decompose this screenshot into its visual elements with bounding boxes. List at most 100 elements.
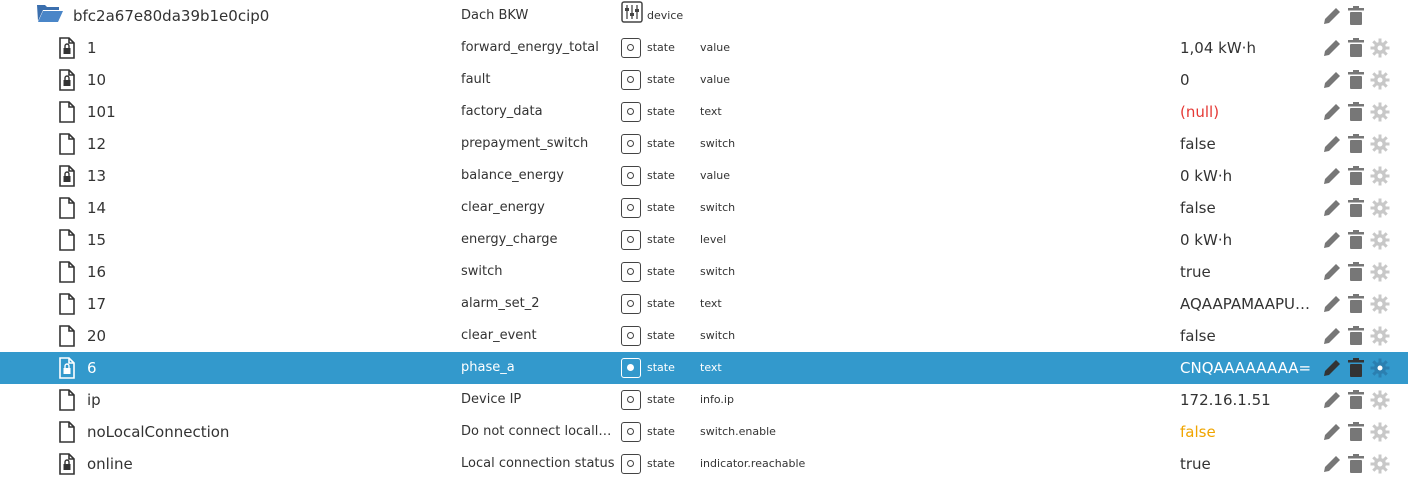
settings-gear-icon[interactable] bbox=[1369, 421, 1391, 443]
settings-gear-icon[interactable] bbox=[1369, 261, 1391, 283]
state-value[interactable]: false bbox=[1180, 416, 1316, 448]
state-type-icon bbox=[621, 102, 641, 122]
device-name: Dach BKW bbox=[461, 8, 529, 23]
tree-row-state[interactable]: noLocalConnection Do not connect locally … bbox=[0, 416, 1408, 448]
delete-icon[interactable] bbox=[1345, 421, 1367, 443]
edit-icon[interactable] bbox=[1321, 389, 1343, 411]
state-role: value bbox=[700, 41, 731, 54]
state-type-icon bbox=[621, 326, 641, 346]
settings-gear-icon[interactable] bbox=[1369, 197, 1391, 219]
settings-gear-icon[interactable] bbox=[1369, 101, 1391, 123]
delete-icon[interactable] bbox=[1345, 165, 1367, 187]
settings-gear-icon[interactable] bbox=[1369, 389, 1391, 411]
edit-icon[interactable] bbox=[1321, 293, 1343, 315]
state-value[interactable]: 0 kW·h bbox=[1180, 224, 1316, 256]
edit-icon[interactable] bbox=[1321, 69, 1343, 91]
delete-icon[interactable] bbox=[1345, 325, 1367, 347]
tree-row-state[interactable]: ip Device IP state info.ip 172.16.1.51 bbox=[0, 384, 1408, 416]
state-type: state bbox=[647, 73, 675, 86]
state-value[interactable]: false bbox=[1180, 128, 1316, 160]
file-icon bbox=[57, 101, 77, 123]
settings-gear-icon[interactable] bbox=[1369, 229, 1391, 251]
edit-icon[interactable] bbox=[1321, 229, 1343, 251]
state-id: 16 bbox=[87, 263, 107, 281]
delete-icon[interactable] bbox=[1345, 357, 1367, 379]
state-type-icon bbox=[621, 38, 641, 58]
tree-row-state[interactable]: 15 energy_charge state level 0 kW·h bbox=[0, 224, 1408, 256]
state-value[interactable]: CNQAAAAAAAA= bbox=[1180, 352, 1316, 384]
tree-row-state[interactable]: 1 forward_energy_total state value 1,04 kW·h bbox=[0, 32, 1408, 64]
state-id: ip bbox=[87, 391, 101, 409]
tree-row-state[interactable]: 14 clear_energy state switch false bbox=[0, 192, 1408, 224]
settings-gear-icon[interactable] bbox=[1369, 69, 1391, 91]
edit-icon[interactable] bbox=[1321, 325, 1343, 347]
state-type: state bbox=[647, 425, 675, 438]
edit-icon[interactable] bbox=[1321, 357, 1343, 379]
state-role: switch bbox=[700, 137, 736, 150]
delete-icon[interactable] bbox=[1345, 197, 1367, 219]
state-name: phase_a bbox=[461, 360, 515, 375]
settings-gear-icon[interactable] bbox=[1369, 357, 1391, 379]
state-value[interactable]: 172.16.1.51 bbox=[1180, 384, 1316, 416]
delete-icon[interactable] bbox=[1345, 261, 1367, 283]
delete-icon[interactable] bbox=[1345, 453, 1367, 475]
object-tree: bfc2a67e80da39b1e0cip0 Dach BKW device 1… bbox=[0, 0, 1408, 480]
tree-row-state[interactable]: 17 alarm_set_2 state text AQAAPAMAAPUE... bbox=[0, 288, 1408, 320]
tree-row-device[interactable]: bfc2a67e80da39b1e0cip0 Dach BKW device bbox=[0, 0, 1408, 32]
edit-icon[interactable] bbox=[1321, 421, 1343, 443]
settings-gear-icon[interactable] bbox=[1369, 325, 1391, 347]
settings-gear-icon[interactable] bbox=[1369, 37, 1391, 59]
settings-gear-icon[interactable] bbox=[1369, 293, 1391, 315]
delete-icon[interactable] bbox=[1345, 293, 1367, 315]
file-icon bbox=[57, 389, 77, 411]
tree-row-state[interactable]: 12 prepayment_switch state switch false bbox=[0, 128, 1408, 160]
edit-icon[interactable] bbox=[1321, 37, 1343, 59]
settings-gear-icon[interactable] bbox=[1369, 165, 1391, 187]
tree-row-state[interactable]: 101 factory_data state text (null) bbox=[0, 96, 1408, 128]
edit-icon[interactable] bbox=[1321, 165, 1343, 187]
delete-icon[interactable] bbox=[1345, 389, 1367, 411]
state-type: state bbox=[647, 297, 675, 310]
edit-icon[interactable] bbox=[1321, 101, 1343, 123]
edit-icon[interactable] bbox=[1321, 5, 1343, 27]
state-role: switch bbox=[700, 329, 736, 342]
edit-icon[interactable] bbox=[1321, 133, 1343, 155]
state-value[interactable]: true bbox=[1180, 448, 1316, 480]
state-name: balance_energy bbox=[461, 168, 564, 183]
folder-open-icon[interactable] bbox=[36, 2, 64, 22]
state-value[interactable]: false bbox=[1180, 320, 1316, 352]
state-value[interactable]: false bbox=[1180, 192, 1316, 224]
state-type: state bbox=[647, 41, 675, 54]
tree-row-state[interactable]: 13 balance_energy state value 0 kW·h bbox=[0, 160, 1408, 192]
delete-icon[interactable] bbox=[1345, 229, 1367, 251]
state-type: state bbox=[647, 361, 675, 374]
state-id: 20 bbox=[87, 327, 107, 345]
settings-gear-icon[interactable] bbox=[1369, 453, 1391, 475]
delete-icon[interactable] bbox=[1345, 5, 1367, 27]
state-value[interactable]: 1,04 kW·h bbox=[1180, 32, 1316, 64]
delete-icon[interactable] bbox=[1345, 37, 1367, 59]
delete-icon[interactable] bbox=[1345, 101, 1367, 123]
delete-icon[interactable] bbox=[1345, 69, 1367, 91]
state-type: state bbox=[647, 137, 675, 150]
delete-icon[interactable] bbox=[1345, 133, 1367, 155]
edit-icon[interactable] bbox=[1321, 261, 1343, 283]
tree-row-state[interactable]: 10 fault state value 0 bbox=[0, 64, 1408, 96]
settings-gear-icon[interactable] bbox=[1369, 133, 1391, 155]
tree-row-state[interactable]: 20 clear_event state switch false bbox=[0, 320, 1408, 352]
tree-row-state[interactable]: 16 switch state switch true bbox=[0, 256, 1408, 288]
state-type: state bbox=[647, 393, 675, 406]
edit-icon[interactable] bbox=[1321, 453, 1343, 475]
file-icon bbox=[57, 325, 77, 347]
edit-icon[interactable] bbox=[1321, 197, 1343, 219]
state-value[interactable]: AQAAPAMAAPUE... bbox=[1180, 288, 1316, 320]
state-value[interactable]: true bbox=[1180, 256, 1316, 288]
state-value[interactable]: 0 bbox=[1180, 64, 1316, 96]
state-id: 6 bbox=[87, 359, 97, 377]
state-type: state bbox=[647, 329, 675, 342]
tree-row-state[interactable]: online Local connection status state indica… bbox=[0, 448, 1408, 480]
tree-row-state[interactable]: 6 phase_a state text CNQAAAAAAAA= bbox=[0, 352, 1408, 384]
device-type: device bbox=[647, 9, 684, 22]
state-value[interactable]: (null) bbox=[1180, 96, 1316, 128]
state-value[interactable]: 0 kW·h bbox=[1180, 160, 1316, 192]
